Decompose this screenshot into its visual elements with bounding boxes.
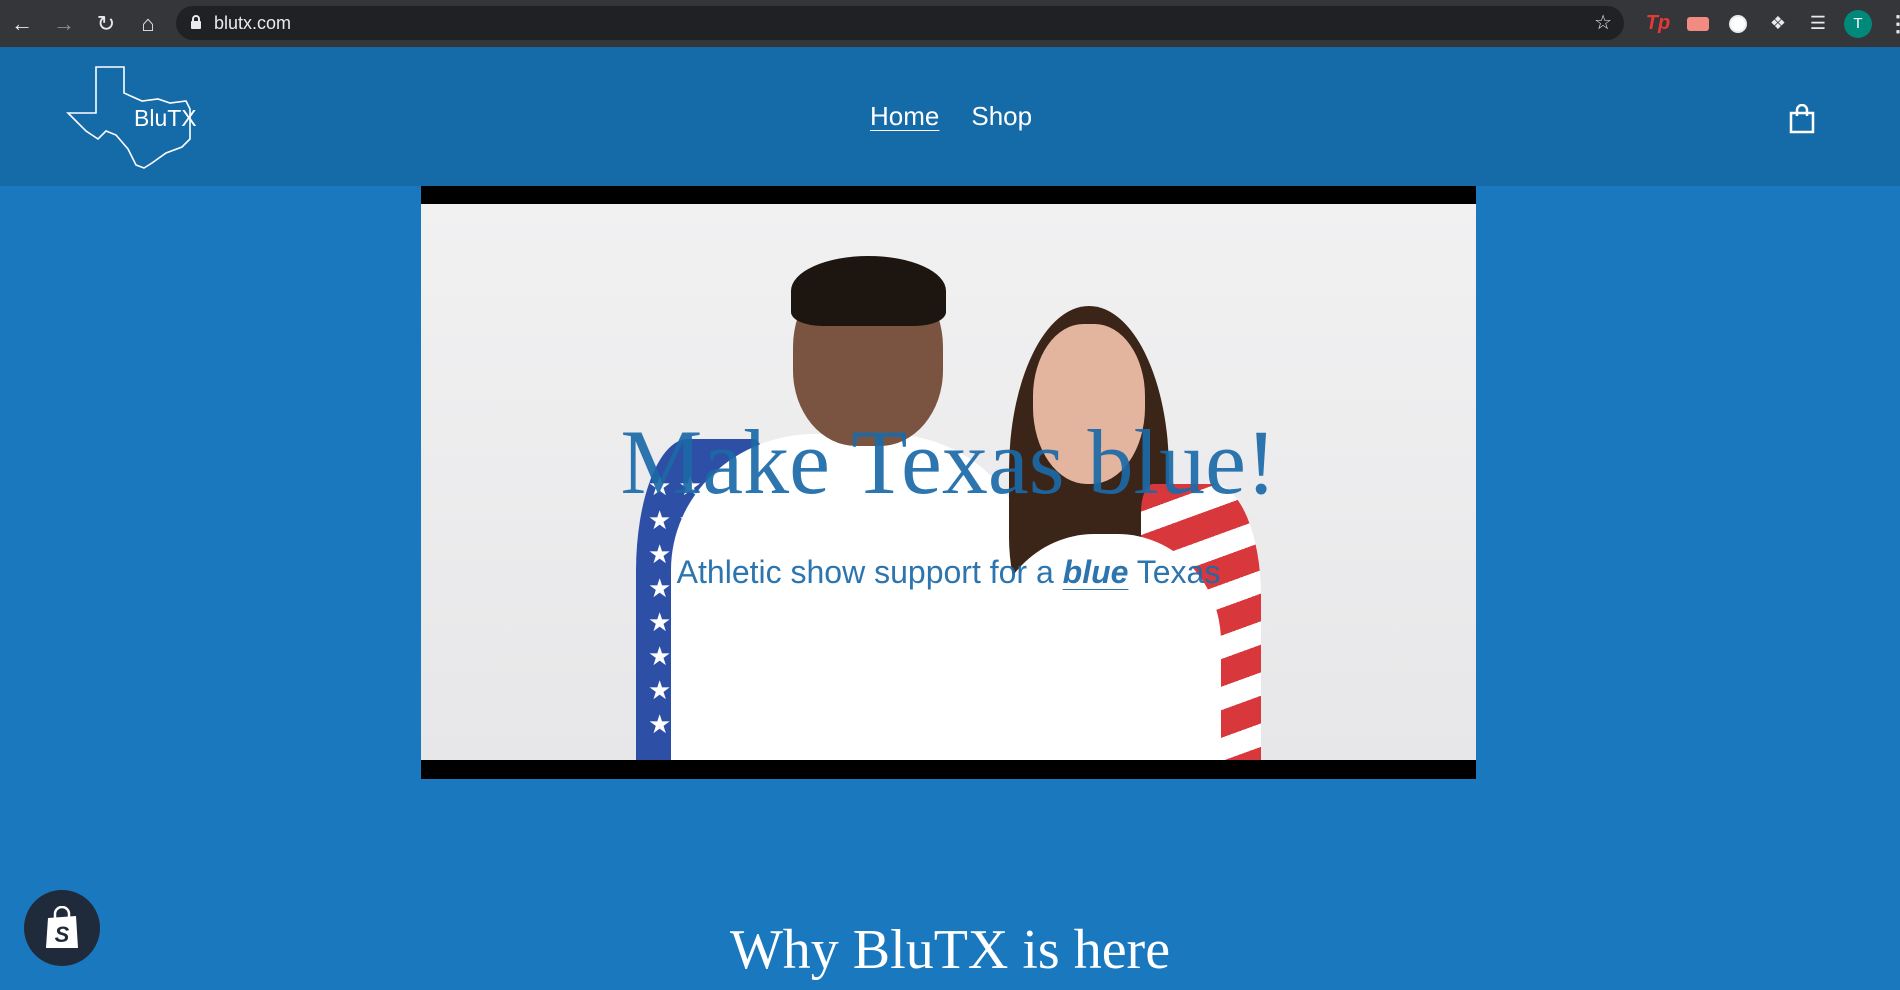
- nav-home-link[interactable]: Home: [870, 101, 939, 132]
- cart-bag-icon[interactable]: [1788, 104, 1816, 134]
- menu-kebab-icon[interactable]: ⋮: [1878, 4, 1900, 44]
- hero-subtitle: Athletic show support for a blue Texas: [421, 554, 1476, 591]
- reload-icon[interactable]: ↻: [86, 4, 126, 44]
- hero-subtitle-emphasis: blue: [1062, 554, 1129, 590]
- forward-icon[interactable]: →: [44, 4, 84, 44]
- extension-tray: Tp ❖ ☰ T ⋮: [1638, 0, 1900, 47]
- address-bar[interactable]: blutx.com ☆: [176, 6, 1624, 40]
- home-icon[interactable]: ⌂: [128, 4, 168, 44]
- puzzle-icon[interactable]: ❖: [1758, 4, 1798, 44]
- hero-subtitle-suffix: Texas: [1128, 554, 1221, 590]
- profile-avatar[interactable]: T: [1838, 4, 1878, 44]
- browser-toolbar: ← → ↻ ⌂ blutx.com ☆ Tp ❖ ☰ T ⋮: [0, 0, 1900, 47]
- media-queue-icon[interactable]: ☰: [1798, 4, 1838, 44]
- back-icon[interactable]: ←: [2, 4, 42, 44]
- hero-video[interactable]: ★ ★ ★★ ★ ★★ ★ ★★ ★ ★★ ★ ★★ ★ ★★ ★ ★★ ★ ★…: [421, 186, 1476, 779]
- site-header: BluTX Home Shop: [0, 47, 1900, 186]
- bookmark-star-icon[interactable]: ☆: [1594, 10, 1612, 35]
- tp-extension-icon[interactable]: Tp: [1638, 4, 1678, 44]
- svg-text:S: S: [55, 922, 70, 947]
- hero-photo: ★ ★ ★★ ★ ★★ ★ ★★ ★ ★★ ★ ★★ ★ ★★ ★ ★★ ★ ★…: [421, 204, 1476, 760]
- hero-title: Make Texas blue!: [620, 411, 1277, 513]
- record-extension-icon[interactable]: [1678, 4, 1718, 44]
- nav-shop-link[interactable]: Shop: [971, 101, 1032, 132]
- profile-initial: T: [1844, 9, 1872, 38]
- main-nav: Home Shop: [870, 101, 1032, 132]
- logo-text[interactable]: BluTX: [134, 105, 197, 132]
- section-heading: Why BluTX is here: [729, 919, 1171, 981]
- hero-subtitle-prefix: Athletic show support for a: [676, 554, 1063, 590]
- man-hair: [791, 256, 946, 326]
- shopify-bag-icon[interactable]: S: [24, 890, 100, 966]
- circle-extension-icon[interactable]: [1718, 4, 1758, 44]
- lock-icon: [190, 13, 202, 34]
- url-text[interactable]: blutx.com: [214, 13, 291, 34]
